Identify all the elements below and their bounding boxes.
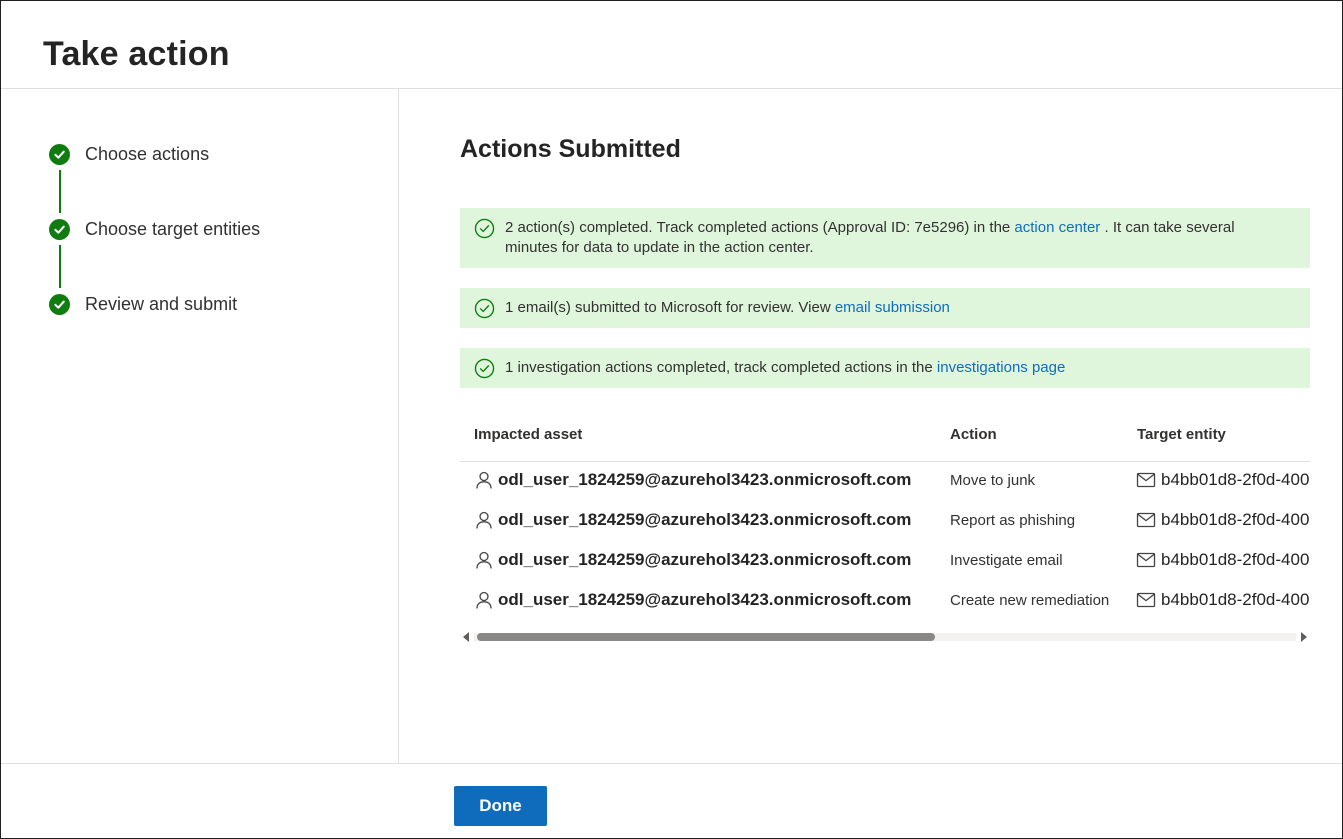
impacted-asset-cell: odl_user_1824259@azurehol3423.onmicrosof…: [474, 470, 911, 490]
asset-email: odl_user_1824259@azurehol3423.onmicrosof…: [498, 510, 912, 529]
person-icon: [476, 471, 492, 489]
person-icon: [476, 511, 492, 529]
table-row[interactable]: odl_user_1824259@azurehol3423.onmicrosof…: [460, 582, 1310, 622]
success-banner-email-submission: 1 email(s) submitted to Microsoft for re…: [460, 288, 1310, 328]
target-entity-id: b4bb01d8-2f0d-400: [1161, 550, 1310, 569]
impacted-asset-cell: odl_user_1824259@azurehol3423.onmicrosof…: [474, 510, 911, 530]
table-row[interactable]: odl_user_1824259@azurehol3423.onmicrosof…: [460, 542, 1310, 582]
action-cell: Investigate email: [950, 552, 1063, 569]
asset-email: odl_user_1824259@azurehol3423.onmicrosof…: [498, 550, 912, 569]
scrollbar-thumb[interactable]: [477, 633, 935, 641]
success-banner-actions: 2 action(s) completed. Track completed a…: [460, 208, 1310, 268]
target-entity-cell: b4bb01d8-2f0d-400: [1136, 470, 1309, 490]
main-content: Actions Submitted 2 action(s) completed.…: [400, 89, 1342, 763]
checkmark-circle-filled-icon: [49, 219, 70, 240]
checkmark-circle-outline-icon: [474, 218, 495, 239]
person-icon: [476, 551, 492, 569]
table-row[interactable]: odl_user_1824259@azurehol3423.onmicrosof…: [460, 462, 1310, 502]
step-label: Choose target entities: [85, 219, 261, 239]
checkmark-circle-outline-icon: [474, 358, 495, 379]
banner-text: 1 email(s) submitted to Microsoft for re…: [505, 299, 835, 316]
asset-email: odl_user_1824259@azurehol3423.onmicrosof…: [498, 590, 912, 609]
take-action-dialog: Take action Choose actions Choose target…: [0, 0, 1343, 839]
checkmark-circle-filled-icon: [49, 294, 70, 315]
mail-icon: [1136, 552, 1156, 568]
action-cell: Move to junk: [950, 472, 1036, 489]
investigations-page-link[interactable]: investigations page: [937, 359, 1065, 376]
mail-icon: [1136, 472, 1156, 488]
checkmark-circle-filled-icon: [49, 144, 70, 165]
scroll-left-arrow-icon[interactable]: [463, 632, 469, 642]
success-banner-investigation: 1 investigation actions completed, track…: [460, 348, 1310, 388]
action-cell: Create new remediation: [950, 592, 1110, 609]
mail-icon: [1136, 512, 1156, 528]
impacted-assets-table: Impacted asset Action Target entity odl_…: [460, 414, 1310, 644]
table-header: Impacted asset Action Target entity: [460, 414, 1310, 462]
dialog-footer: Done: [1, 763, 1342, 838]
target-entity-cell: b4bb01d8-2f0d-400: [1136, 550, 1309, 570]
action-center-link[interactable]: action center: [1014, 219, 1100, 236]
wizard-steps-pane: Choose actions Choose target entities Re…: [1, 89, 399, 763]
target-entity-id: b4bb01d8-2f0d-400: [1161, 470, 1310, 489]
banner-text: 1 investigation actions completed, track…: [505, 359, 937, 376]
target-entity-cell: b4bb01d8-2f0d-400: [1136, 510, 1309, 530]
banner-message: 1 investigation actions completed, track…: [505, 358, 1065, 378]
target-entity-cell: b4bb01d8-2f0d-400: [1136, 590, 1309, 610]
done-button[interactable]: Done: [454, 786, 547, 826]
section-title: Actions Submitted: [460, 135, 681, 163]
impacted-asset-cell: odl_user_1824259@azurehol3423.onmicrosof…: [474, 550, 911, 570]
column-header-target-entity[interactable]: Target entity: [1137, 426, 1226, 443]
banner-text: 2 action(s) completed. Track completed a…: [505, 219, 1015, 236]
dialog-title: Take action: [43, 35, 230, 73]
scroll-right-arrow-icon[interactable]: [1301, 632, 1307, 642]
action-cell: Report as phishing: [950, 512, 1076, 529]
table-row[interactable]: odl_user_1824259@azurehol3423.onmicrosof…: [460, 502, 1310, 542]
column-header-impacted-asset[interactable]: Impacted asset: [474, 426, 582, 443]
banner-message: 2 action(s) completed. Track completed a…: [505, 218, 1290, 258]
step-label: Choose actions: [85, 144, 210, 164]
checkmark-circle-outline-icon: [474, 298, 495, 319]
step-connector: [59, 170, 61, 213]
asset-email: odl_user_1824259@azurehol3423.onmicrosof…: [498, 470, 912, 489]
step-choose-actions[interactable]: Choose actions: [49, 144, 209, 165]
column-header-action[interactable]: Action: [950, 426, 997, 443]
email-submission-link[interactable]: email submission: [835, 299, 950, 316]
step-review-and-submit[interactable]: Review and submit: [49, 294, 237, 315]
step-connector: [59, 245, 61, 288]
person-icon: [476, 591, 492, 609]
target-entity-id: b4bb01d8-2f0d-400: [1161, 510, 1310, 529]
step-choose-target-entities[interactable]: Choose target entities: [49, 219, 260, 240]
impacted-asset-cell: odl_user_1824259@azurehol3423.onmicrosof…: [474, 590, 911, 610]
target-entity-id: b4bb01d8-2f0d-400: [1161, 590, 1310, 609]
step-label: Review and submit: [85, 294, 238, 314]
dialog-header: Take action: [1, 1, 1342, 89]
mail-icon: [1136, 592, 1156, 608]
banner-message: 1 email(s) submitted to Microsoft for re…: [505, 298, 950, 318]
horizontal-scrollbar[interactable]: [460, 629, 1310, 643]
